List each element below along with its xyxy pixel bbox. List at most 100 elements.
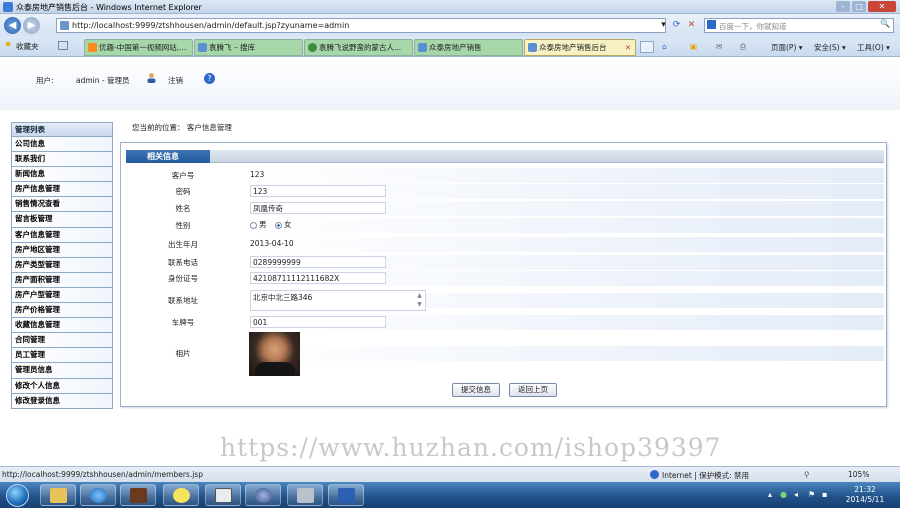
- sidebar-item-region[interactable]: 房产地区管理: [11, 242, 113, 258]
- address-textarea[interactable]: 北京中北三路346 ▲ ▼: [250, 290, 426, 311]
- tab-youqu[interactable]: 优趣-中国第一视频网站,...: [84, 39, 193, 56]
- tab-zhongtai-admin[interactable]: 众泰房地产销售后台 ✕: [524, 39, 636, 56]
- home-icon[interactable]: ⌂: [662, 42, 667, 51]
- user-label: 用户:: [36, 76, 54, 85]
- sidebar-item-admins[interactable]: 管理员信息: [11, 363, 113, 379]
- page-icon: [60, 21, 69, 30]
- url-text: http://localhost:9999/ztshhousen/admin/d…: [72, 21, 350, 30]
- panel-title: 相关信息: [126, 150, 210, 163]
- taskbar-word-icon[interactable]: [328, 484, 364, 506]
- sidebar-item-layout[interactable]: 房产户型管理: [11, 287, 113, 304]
- start-button[interactable]: [6, 484, 29, 507]
- row-phone: 联系电话 0289999999: [126, 255, 884, 270]
- favorites-label[interactable]: 收藏夹: [16, 41, 39, 52]
- sidebar-item-company[interactable]: 公司信息: [11, 137, 113, 153]
- row-name: 姓名 凤凰传奇: [126, 201, 884, 216]
- forward-button[interactable]: ▶: [23, 17, 40, 34]
- sidebar-item-contracts[interactable]: 合同管理: [11, 333, 113, 349]
- password-field[interactable]: 123: [250, 185, 386, 197]
- sidebar-item-sales[interactable]: 销售情况查看: [11, 197, 113, 213]
- sidebar-item-price[interactable]: 房产价格管理: [11, 303, 113, 319]
- tray-volume-icon[interactable]: ◂: [794, 490, 798, 499]
- sidebar-item-customers[interactable]: 客户信息管理: [11, 227, 113, 243]
- taskbar-clock[interactable]: 21:32 2014/5/11: [840, 485, 890, 505]
- textarea-scrollbar[interactable]: ▲ ▼: [415, 291, 424, 310]
- ie-icon: [3, 2, 13, 12]
- taskbar-messenger-icon[interactable]: [163, 484, 199, 506]
- field-label: 联系地址: [168, 296, 198, 305]
- search-icon[interactable]: 🔍: [880, 19, 890, 28]
- help-icon[interactable]: ?: [204, 73, 215, 84]
- tab-video[interactable]: 袁腾飞说野蛮的蒙古人...: [304, 39, 413, 56]
- baidu-icon: [707, 20, 716, 29]
- tray-flag-icon[interactable]: ⚑: [808, 490, 815, 499]
- minimize-button[interactable]: –: [836, 1, 850, 12]
- tab-souku[interactable]: 袁腾飞 – 搜库: [194, 39, 303, 56]
- gender-male-radio[interactable]: [250, 221, 257, 229]
- window-title: 众泰房地产销售后台 - Windows Internet Explorer: [16, 3, 202, 12]
- row-gender: 性别 男 女: [126, 218, 884, 233]
- tab-label: 袁腾飞 – 搜库: [209, 43, 256, 52]
- sidebar-item-profile[interactable]: 修改个人信息: [11, 378, 113, 394]
- customer-photo: [249, 332, 300, 376]
- taskbar-tools-icon[interactable]: [287, 484, 323, 506]
- clock-time: 21:32: [854, 485, 876, 494]
- taskbar-explorer-icon[interactable]: [40, 484, 76, 506]
- tray-arrow-icon[interactable]: ▴: [768, 490, 772, 499]
- tab-close-icon[interactable]: ✕: [625, 40, 631, 55]
- sidebar-item-type[interactable]: 房产类型管理: [11, 257, 113, 273]
- gender-male-label: 男: [259, 220, 267, 229]
- tab-favicon: [308, 43, 317, 52]
- tray-monitor-icon[interactable]: ▪: [822, 490, 827, 499]
- gender-radios: 男 女: [250, 219, 291, 231]
- phone-field[interactable]: 0289999999: [250, 256, 386, 268]
- sidebar-item-staff[interactable]: 员工管理: [11, 348, 113, 364]
- taskbar-app-icon[interactable]: [120, 484, 156, 506]
- favorites-star-icon[interactable]: ★: [4, 40, 12, 50]
- back-button[interactable]: ◀: [4, 17, 21, 34]
- maximize-button[interactable]: □: [852, 1, 866, 12]
- app-header: 用户: admin - 管理员 注销 ?: [0, 58, 900, 110]
- gender-female-radio[interactable]: [274, 221, 282, 229]
- url-field[interactable]: http://localhost:9999/ztshhousen/admin/d…: [56, 18, 666, 33]
- field-label: 客户号: [171, 171, 195, 180]
- sidebar-item-favorites[interactable]: 收藏信息管理: [11, 318, 113, 334]
- plate-field[interactable]: 001: [250, 316, 386, 328]
- print-icon[interactable]: ⎙: [740, 42, 746, 52]
- refresh-icon[interactable]: ⟳: [669, 18, 684, 33]
- feed-icon[interactable]: ▣: [690, 42, 697, 51]
- back-button-form[interactable]: 返回上页: [509, 383, 557, 397]
- tab-label: 袁腾飞说野蛮的蒙古人...: [319, 43, 402, 52]
- quick-tabs-icon[interactable]: [58, 41, 68, 50]
- row-customer-no: 客户号 123: [126, 168, 884, 183]
- zoom-icon[interactable]: ⚲: [804, 470, 810, 479]
- sidebar-item-login-info[interactable]: 修改登录信息: [11, 393, 113, 409]
- tools-menu[interactable]: 工具(O) ▾: [857, 42, 890, 53]
- stop-icon[interactable]: ✕: [684, 18, 699, 33]
- submit-button[interactable]: 提交信息: [452, 383, 500, 397]
- field-label: 性别: [175, 221, 191, 230]
- safety-menu[interactable]: 安全(S) ▾: [814, 42, 846, 53]
- new-tab-button[interactable]: [640, 41, 654, 53]
- sidebar-item-messages[interactable]: 留言板管理: [11, 212, 113, 228]
- taskbar-ie-icon[interactable]: [80, 484, 116, 506]
- customer-no-value: 123: [250, 170, 265, 179]
- logout-link[interactable]: 注销: [168, 75, 183, 86]
- status-zoom[interactable]: 105%: [848, 470, 869, 479]
- sidebar-item-contact[interactable]: 联系我们: [11, 152, 113, 168]
- taskbar-media-icon[interactable]: [205, 484, 241, 506]
- page-menu[interactable]: 页面(P) ▾: [771, 42, 803, 53]
- id-card-field[interactable]: 42108711112111682X: [250, 272, 386, 284]
- sidebar-item-area[interactable]: 房产面积管理: [11, 272, 113, 288]
- sidebar-item-news[interactable]: 新闻信息: [11, 167, 113, 183]
- field-label: 出生年月: [168, 240, 198, 249]
- tray-network-icon[interactable]: ●: [780, 490, 787, 499]
- taskbar-player-icon[interactable]: [245, 484, 281, 506]
- tab-zhongtai[interactable]: 众泰房地产销售: [414, 39, 523, 56]
- sidebar-item-property[interactable]: 房产信息管理: [11, 182, 113, 198]
- mail-icon[interactable]: ✉: [716, 42, 722, 51]
- search-input[interactable]: 百度一下，你就知道 🔍: [704, 18, 894, 33]
- close-window-button[interactable]: ✕: [868, 1, 896, 12]
- name-field[interactable]: 凤凰传奇: [250, 202, 386, 214]
- sidebar: 管理列表 公司信息 联系我们 新闻信息 房产信息管理 销售情况查看 留言板管理 …: [11, 122, 113, 412]
